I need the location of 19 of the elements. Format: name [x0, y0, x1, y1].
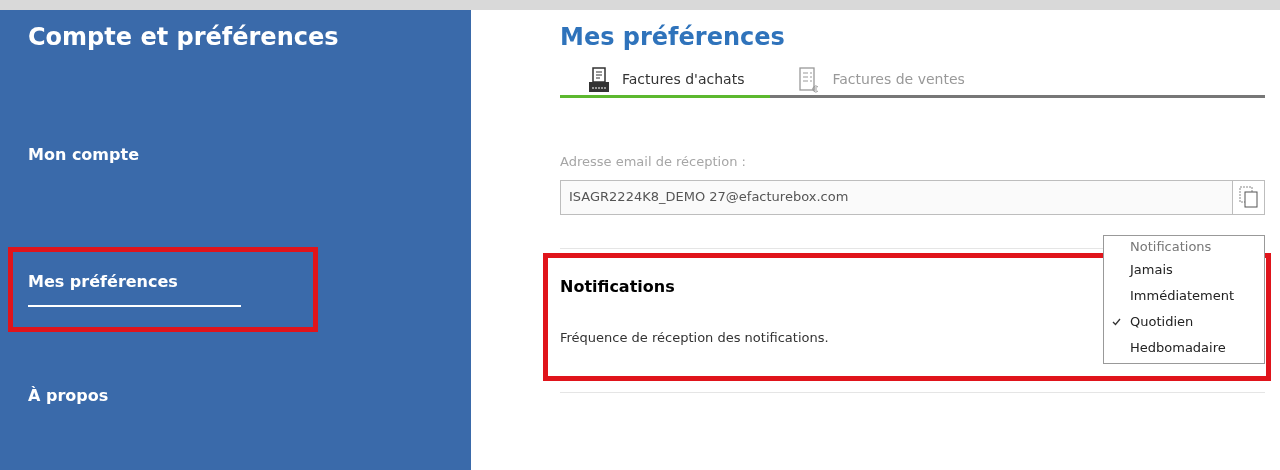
sidebar-item[interactable]: À propos [28, 385, 241, 421]
sidebar-title: Compte et préférences [28, 22, 340, 52]
copy-icon [1238, 186, 1259, 208]
page-title: Mes préférences [560, 22, 786, 52]
copy-button[interactable] [1233, 179, 1265, 215]
dropdown-option[interactable]: Immédiatement [1111, 282, 1256, 309]
dropdown-option[interactable]: Jamais [1111, 256, 1256, 283]
printer-icon [588, 66, 610, 93]
tab[interactable]: Factures d'achats [560, 64, 771, 98]
sidebar-item[interactable]: Mon compte [28, 144, 241, 180]
field-label: Adresse email de réception : [560, 153, 747, 171]
dropdown-option[interactable]: Hedbomadaire [1111, 334, 1256, 361]
email-field[interactable]: ISAGR2224K8_DEMO 27@efacturebox.com [560, 179, 1233, 215]
dropdown-header: Notifications [1129, 237, 1213, 256]
section-heading: Notifications [560, 276, 675, 296]
invoice-icon [798, 66, 821, 93]
section-description: Fréquence de réception des notifications. [560, 329, 829, 345]
sidebar-item[interactable]: Mes préférences [28, 271, 241, 307]
dropdown-option[interactable]: Quotidien [1111, 308, 1256, 335]
